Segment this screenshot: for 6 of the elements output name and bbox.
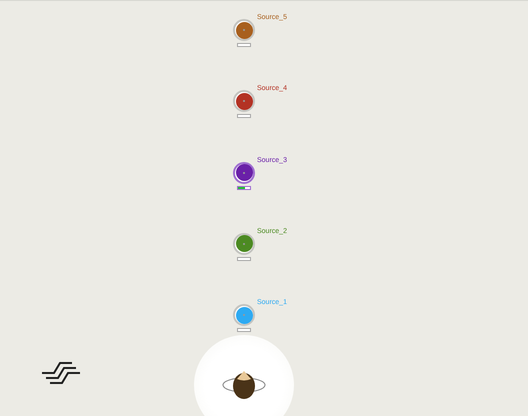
source-node[interactable] — [233, 90, 255, 112]
source-node[interactable] — [233, 304, 255, 326]
source-node[interactable] — [233, 162, 255, 184]
source-node[interactable] — [233, 19, 255, 41]
listener-head-icon — [222, 369, 266, 401]
source-node[interactable] — [233, 232, 255, 255]
